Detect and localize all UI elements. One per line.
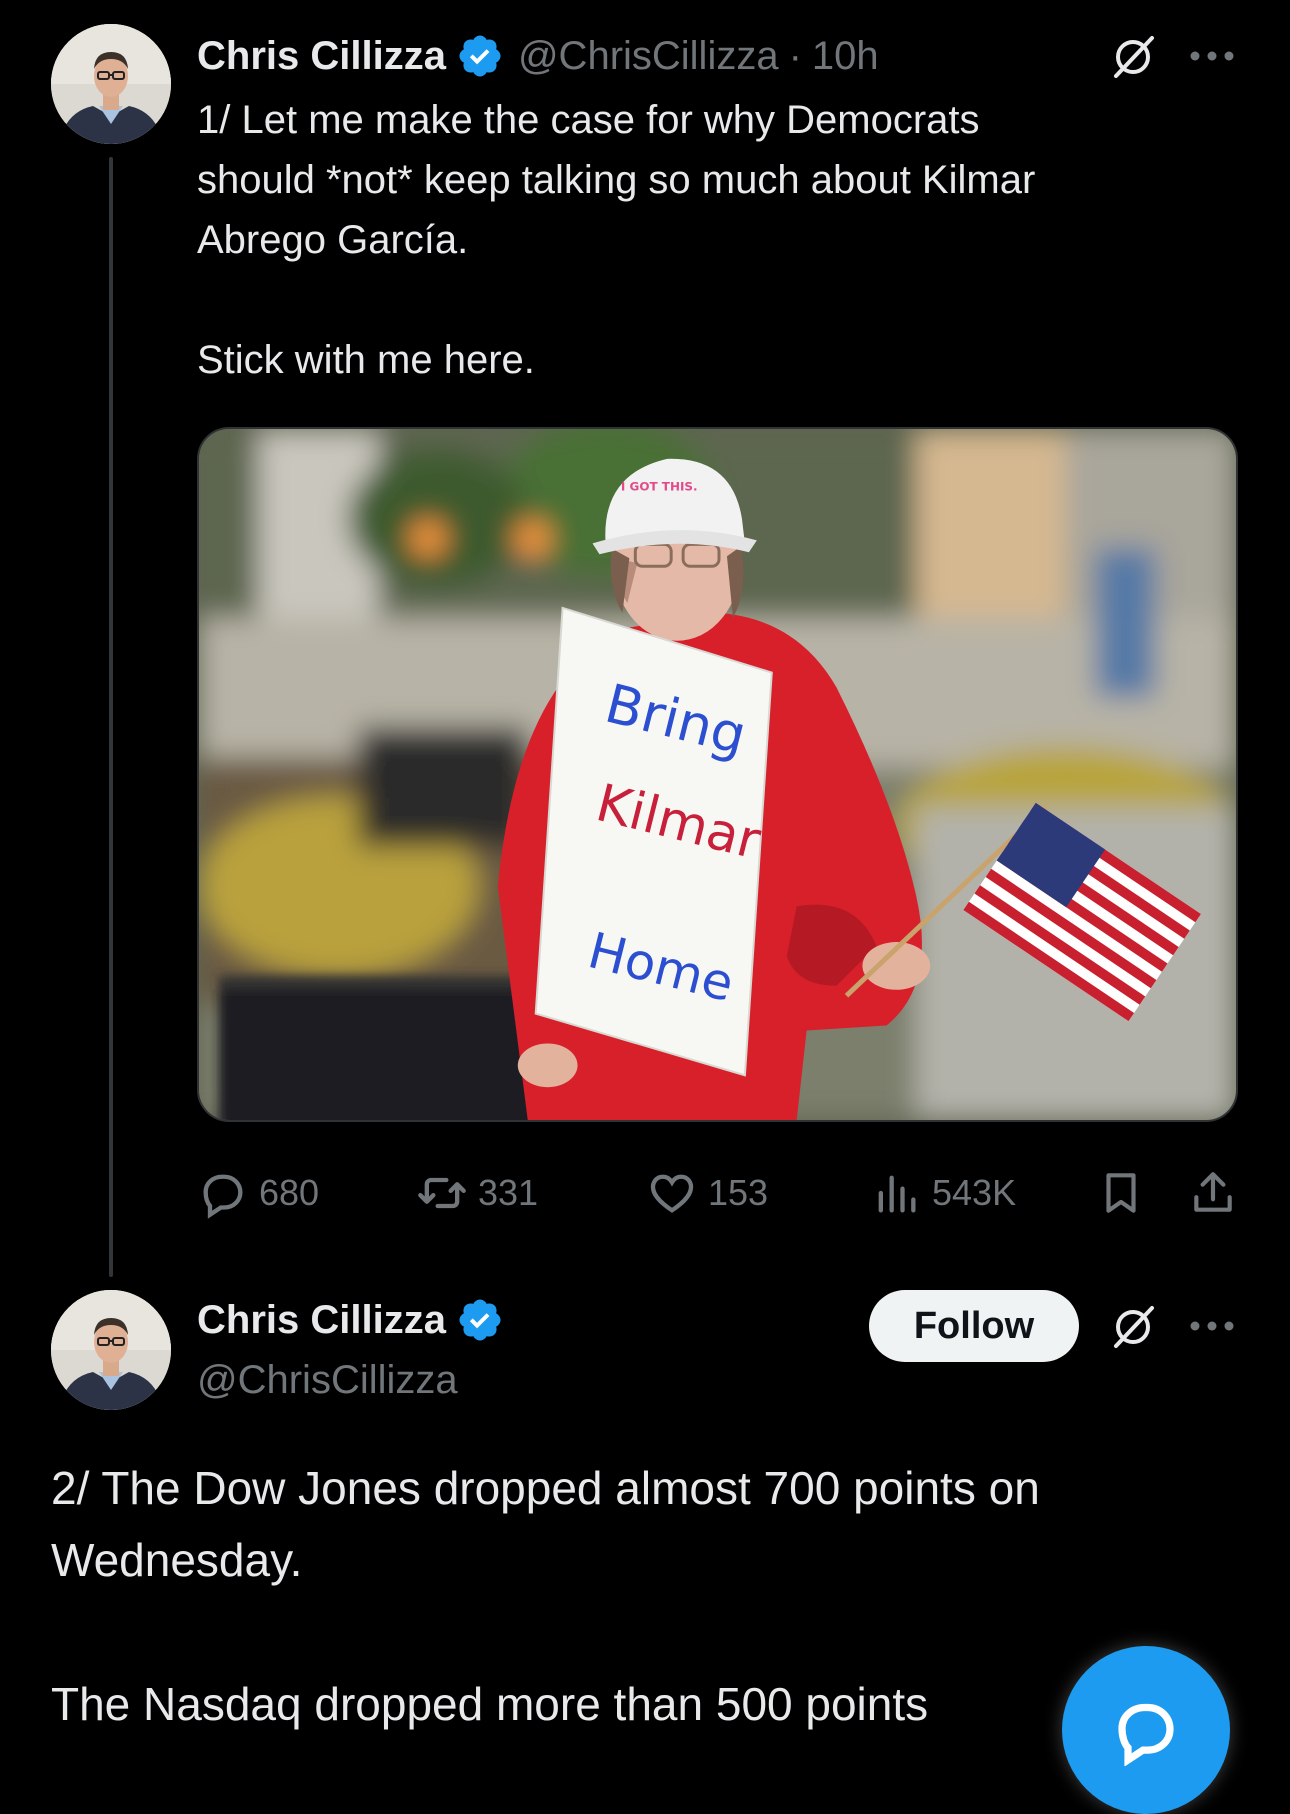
bookmark-icon[interactable] — [1094, 1166, 1148, 1220]
post-time[interactable]: 10h — [812, 34, 879, 79]
reply-count: 680 — [259, 1172, 320, 1213]
avatar[interactable] — [51, 24, 171, 144]
grok-icon[interactable] — [1106, 1300, 1160, 1354]
repost-count: 331 — [478, 1172, 539, 1213]
author-name[interactable]: Chris Cillizza — [197, 1298, 446, 1343]
compose-reply-button[interactable] — [1062, 1646, 1230, 1814]
hat-text: I GOT THIS. — [621, 480, 698, 494]
like-count: 153 — [708, 1172, 769, 1213]
like-icon — [650, 1174, 694, 1213]
grok-icon[interactable] — [1106, 30, 1160, 84]
compose-reply-fab-icon — [1118, 1703, 1174, 1766]
more-options-icon[interactable] — [1184, 36, 1240, 76]
protest-photo: I GOT THIS. Bring Kilmar Home — [199, 429, 1236, 1120]
follow-button[interactable]: Follow — [869, 1290, 1079, 1362]
share-icon[interactable] — [1186, 1166, 1240, 1220]
tweet-header: Chris Cillizza @ChrisCillizza · 10h — [197, 28, 879, 84]
author-handle[interactable]: @ChrisCillizza — [197, 1358, 458, 1403]
tweet-1-photo[interactable]: I GOT THIS. Bring Kilmar Home — [197, 427, 1238, 1122]
avatar-photo — [51, 24, 171, 144]
author-handle[interactable]: @ChrisCillizza — [518, 34, 779, 79]
verified-badge-icon[interactable] — [456, 32, 504, 80]
like-button[interactable]: 153 — [646, 1166, 768, 1220]
more-options-icon[interactable] — [1184, 1306, 1240, 1346]
views-icon — [878, 1175, 916, 1213]
views-button[interactable]: 543K — [870, 1166, 1016, 1220]
time-separator: · — [788, 33, 802, 78]
views-count: 543K — [932, 1172, 1017, 1213]
reply-icon — [203, 1174, 243, 1219]
repost-button[interactable]: 331 — [416, 1166, 538, 1220]
avatar[interactable] — [51, 1290, 171, 1410]
verified-badge-icon[interactable] — [456, 1296, 504, 1344]
avatar-photo — [51, 1290, 171, 1410]
tweet-1-text: 1/ Let me make the case for why Democrat… — [197, 98, 1036, 382]
author-name[interactable]: Chris Cillizza — [197, 34, 446, 79]
reply-button[interactable]: 680 — [197, 1166, 319, 1220]
tweet-header: Chris Cillizza — [197, 1292, 504, 1348]
author-handle-line: @ChrisCillizza — [197, 1352, 458, 1408]
thread-connector-line — [109, 157, 113, 1277]
repost-icon — [418, 1177, 466, 1209]
